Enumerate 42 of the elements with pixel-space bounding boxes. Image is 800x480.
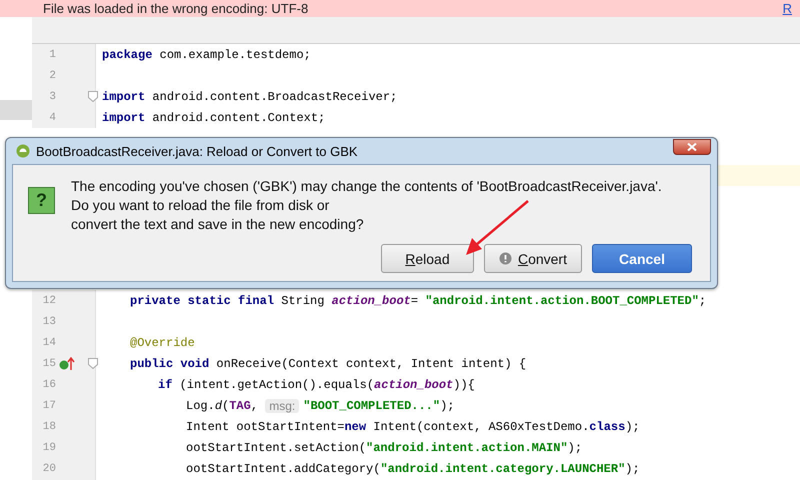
- line-number: 1: [48, 48, 56, 60]
- code-line: ootStartIntent.addCategory("android.intent.category.LAUNCHER");: [185, 462, 640, 476]
- dialog-button[interactable]: Convert: [484, 244, 582, 273]
- code-line: @Override: [129, 336, 195, 350]
- line-number: 20: [42, 462, 56, 474]
- dialog-message-line: The encoding you've chosen ('GBK') may change the contents of 'BootBroadcastReceiver.java'.: [71, 177, 662, 196]
- line-number: 4: [48, 112, 56, 124]
- line-number: 19: [42, 442, 56, 454]
- question-icon: ?: [28, 187, 55, 214]
- sidebar-selection: [0, 100, 32, 120]
- close-icon: [687, 143, 697, 151]
- cancel-button[interactable]: Cancel: [592, 244, 692, 273]
- code-line: public void onReceive(Context context, Intent intent) {: [129, 356, 526, 370]
- line-number: 18: [42, 420, 56, 432]
- fold-marker-icon[interactable]: [88, 358, 98, 369]
- code-line: import android.content.BroadcastReceiver;: [101, 90, 398, 104]
- banner-link[interactable]: R: [782, 1, 792, 16]
- code-line: package com.example.testdemo;: [101, 48, 311, 62]
- line-number: 15: [42, 358, 56, 370]
- banner-message: File was loaded in the wrong encoding: UTF-8: [43, 1, 308, 16]
- line-number: 12: [42, 294, 56, 306]
- fold-marker-icon[interactable]: [88, 91, 98, 102]
- code-line: private static final String action_boot= "android.intent.action.BOOT_COMPLETED";: [129, 294, 706, 308]
- line-number: 13: [42, 316, 56, 328]
- code-line: Log.d(TAG, msg: "BOOT_COMPLETED...");: [185, 398, 454, 412]
- dialog-message-line: convert the text and save in the new encoding?: [71, 215, 364, 234]
- line-number: 2: [48, 70, 56, 82]
- line-number: 14: [42, 336, 56, 348]
- warning-icon: [498, 252, 512, 265]
- dialog-title: BootBroadcastReceiver.java: Reload or Convert to GBK: [36, 144, 359, 158]
- line-number: 3: [48, 90, 56, 102]
- android-icon: [16, 144, 30, 158]
- code-line: import android.content.Context;: [101, 110, 326, 124]
- dialog-message-line: Do you want to reload the file from disk or: [71, 196, 330, 215]
- code-line: Intent ootStartIntent=new Intent(context, AS60xTestDemo.class);: [185, 420, 640, 434]
- code-line: ootStartIntent.setAction("android.intent.action.MAIN");: [185, 440, 582, 454]
- code-line: if (intent.getAction().equals(action_boot)){: [157, 378, 475, 392]
- dialog-button[interactable]: Reload: [380, 244, 474, 273]
- override-marker-icon[interactable]: [59, 357, 77, 371]
- line-number: 17: [42, 400, 56, 412]
- line-number: 16: [42, 378, 56, 390]
- close-button[interactable]: [673, 139, 711, 155]
